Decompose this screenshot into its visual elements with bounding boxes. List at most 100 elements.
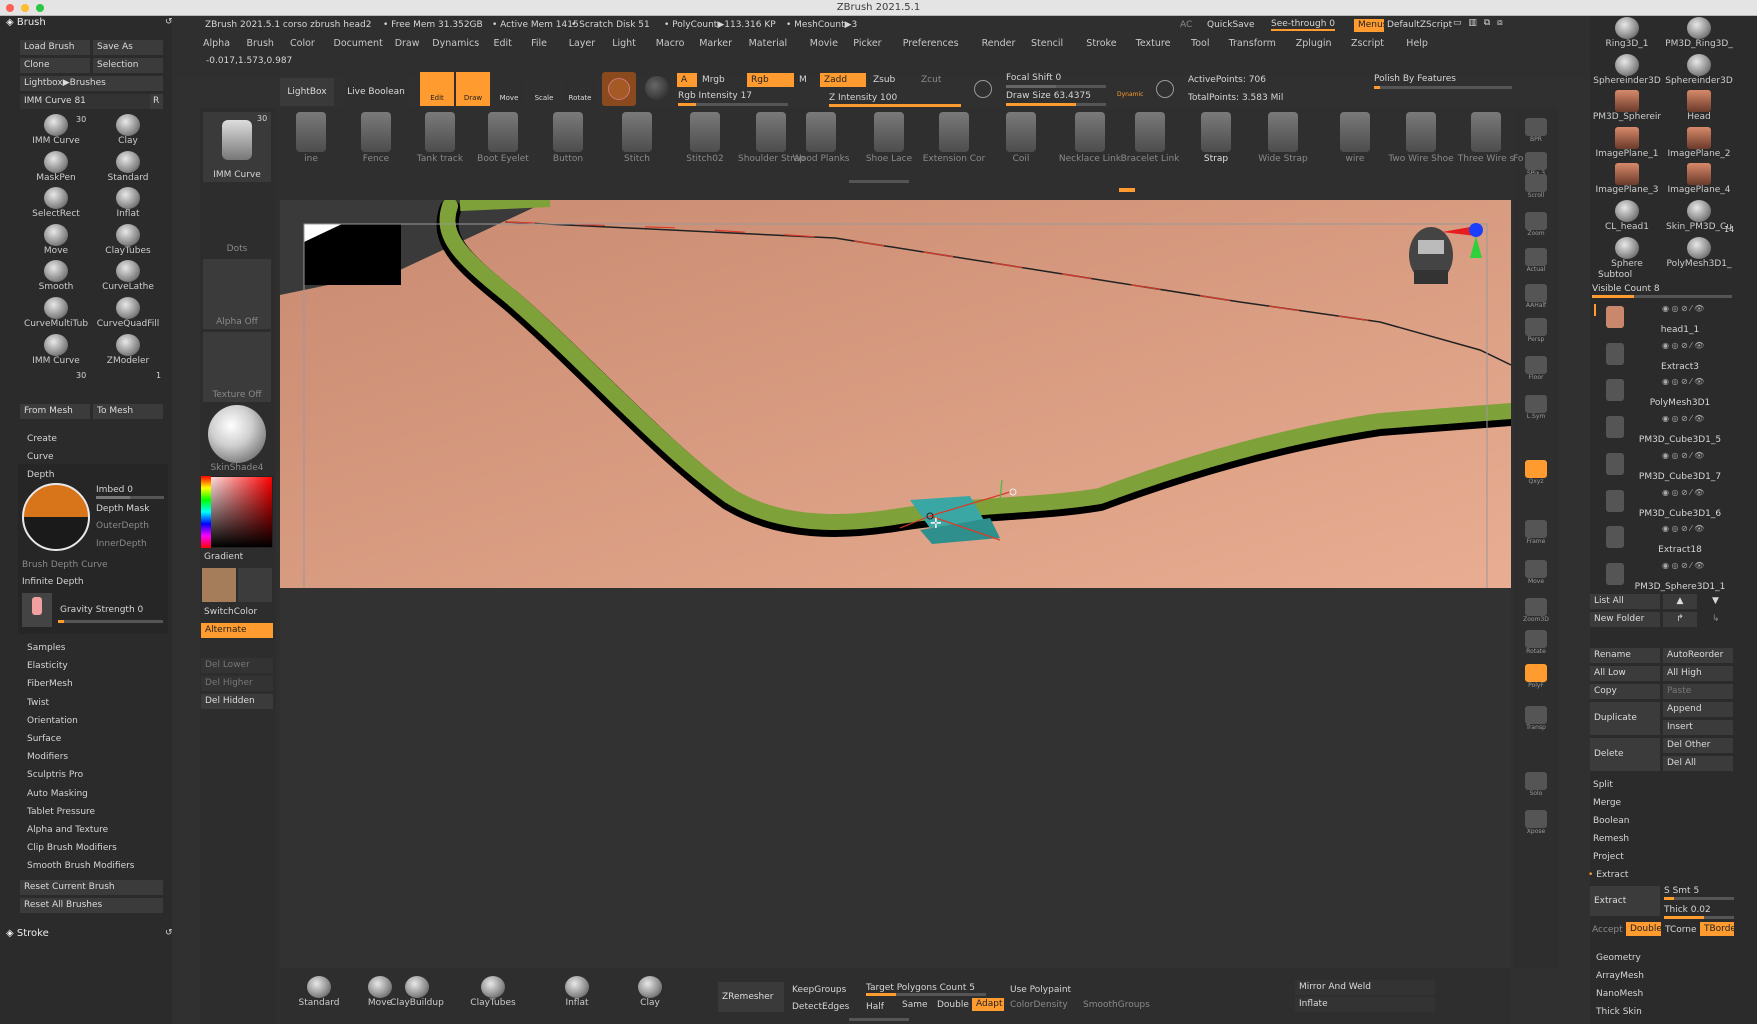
detectedges-toggle[interactable]: DetectEdges (792, 1002, 849, 1012)
tborde-toggle[interactable]: TBorde (1700, 922, 1734, 936)
s-smt-slider[interactable]: S Smt 5 (1664, 886, 1699, 896)
accept-button[interactable]: Accept (1592, 925, 1623, 935)
rgb-toggle[interactable]: Rgb (747, 73, 794, 87)
section-auto-masking[interactable]: Auto Masking (27, 789, 88, 799)
current-brush-thumb[interactable]: IMM Curve 30 (203, 112, 271, 182)
viewport-tool-floor[interactable]: Floor (1520, 356, 1552, 381)
infinite-depth-button[interactable]: Infinite Depth (22, 577, 84, 587)
focal-shift-slider[interactable]: Focal Shift 0 (1006, 73, 1061, 83)
shelf-item-17[interactable]: Two Wire Shoe (1388, 112, 1454, 164)
depth-mask-button[interactable]: Depth Mask (96, 504, 149, 514)
tcorne-toggle[interactable]: TCorne (1665, 925, 1697, 935)
section-surface[interactable]: Surface (27, 734, 61, 744)
subtool-toggles-icon[interactable]: ◉ ◎ ⊘ ⁄ 👁 (1662, 341, 1704, 350)
brush-smooth[interactable]: Smooth (22, 259, 90, 295)
subtool-row[interactable]: PolyMesh3D1 ◉ ◎ ⊘ ⁄ 👁 (1594, 377, 1734, 413)
thick-slider[interactable]: Thick 0.02 (1664, 905, 1711, 915)
subtool-toggles-icon[interactable]: ◉ ◎ ⊘ ⁄ 👁 (1662, 451, 1704, 460)
layout-icons[interactable]: ▭ ▥ ⧉ ⧈ (1453, 18, 1505, 28)
brush-maskpen[interactable]: MaskPen (22, 150, 90, 186)
default-zscript[interactable]: DefaultZScript (1387, 20, 1452, 30)
tool-thumb-imageplane_4[interactable]: ImagePlane_4 (1664, 162, 1734, 198)
shelf-item-3[interactable]: Boot Eyelet (470, 112, 536, 164)
project-section[interactable]: Project (1593, 852, 1624, 862)
copy-button[interactable]: Copy (1590, 684, 1660, 699)
folder-arrow-icon[interactable]: ↱ (1663, 612, 1697, 627)
rgb-intensity-track[interactable] (678, 103, 788, 106)
menu-color[interactable]: Color (290, 38, 315, 49)
brush-depth-curve[interactable]: Brush Depth Curve (22, 560, 108, 570)
nanomesh-section[interactable]: NanoMesh (1596, 989, 1643, 999)
inflate-slider[interactable]: Inflate (1295, 997, 1435, 1012)
tool-thumb-sphere[interactable]: Sphere (1592, 236, 1662, 272)
rgb-intensity-slider[interactable]: Rgb Intensity 17 (678, 91, 752, 101)
brush-move[interactable]: Move (22, 223, 90, 259)
section-sculptris-pro[interactable]: Sculptris Pro (27, 770, 83, 780)
del-lower-button[interactable]: Del Lower (201, 658, 273, 673)
gravity-track[interactable] (58, 620, 163, 623)
brush-standard[interactable]: Standard (94, 150, 162, 186)
section-alpha-and-texture[interactable]: Alpha and Texture (27, 825, 108, 835)
shelf-item-8[interactable]: Wood Planks (788, 112, 854, 164)
menu-preferences[interactable]: Preferences (903, 38, 959, 49)
focal-shift-icon[interactable] (974, 80, 992, 98)
brush-palette-header[interactable]: ◈ Brush (6, 17, 46, 28)
shelf-item-10[interactable]: Extension Cor (921, 112, 987, 164)
alpha-thumb[interactable]: Alpha Off (203, 259, 271, 329)
menu-marker[interactable]: Marker (699, 38, 732, 49)
tool-thumb-head[interactable]: Head (1664, 89, 1734, 125)
to-mesh-button[interactable]: To Mesh (93, 404, 163, 419)
draw-size-icon[interactable] (1156, 80, 1174, 98)
reset-current-brush-button[interactable]: Reset Current Brush (20, 880, 163, 895)
color-density-slider[interactable]: ColorDensity (1010, 1000, 1068, 1010)
secondary-color-swatch[interactable] (238, 568, 272, 602)
viewport-tool-persp[interactable]: Persp (1520, 318, 1552, 343)
color-sphere-icon[interactable] (645, 76, 669, 100)
tool-thumb-pm3d_sphereir[interactable]: PM3D_Sphereir (1592, 89, 1662, 125)
tool-thumb-cl_head1[interactable]: CL_head1 (1592, 199, 1662, 235)
quicksave-button[interactable]: QuickSave (1207, 20, 1255, 30)
geometry-section[interactable]: Geometry (1596, 953, 1641, 963)
append-button[interactable]: Append (1663, 702, 1733, 717)
shelf-item-13[interactable]: Bracelet Link (1117, 112, 1183, 164)
subtool-row[interactable]: PM3D_Cube3D1_6 ◉ ◎ ⊘ ⁄ 👁 (1594, 488, 1734, 524)
menu-tool[interactable]: Tool (1191, 38, 1209, 49)
menu-edit[interactable]: Edit (494, 38, 512, 49)
zsub-toggle[interactable]: Zsub (873, 75, 895, 85)
subtool-row[interactable]: PM3D_Cube3D1_5 ◉ ◎ ⊘ ⁄ 👁 (1594, 414, 1734, 450)
del-hidden-button[interactable]: Del Hidden (201, 694, 273, 709)
subtool-row[interactable]: head1_1 ◉ ◎ ⊘ ⁄ 👁 (1594, 304, 1734, 340)
stroke-thumb[interactable]: Dots (203, 186, 271, 256)
subtool-row[interactable]: PM3D_Cube3D1_7 ◉ ◎ ⊘ ⁄ 👁 (1594, 451, 1734, 487)
imbed-track[interactable] (96, 496, 164, 499)
imbed-slider[interactable]: Imbed 0 (96, 485, 133, 495)
bottom-brush-standard[interactable]: Standard (284, 975, 354, 1011)
shelf-item-5[interactable]: Stitch (604, 112, 670, 164)
viewport-tool-bpr[interactable]: BPR (1520, 118, 1552, 143)
section-twist[interactable]: Twist (27, 698, 49, 708)
adapt-button[interactable]: Adapt (972, 998, 1004, 1011)
brush-curvequadfill[interactable]: CurveQuadFill (94, 296, 162, 332)
shelf-scroll[interactable] (849, 180, 909, 183)
subtool-toggles-icon[interactable]: ◉ ◎ ⊘ ⁄ 👁 (1662, 561, 1704, 570)
texture-thumb[interactable]: Texture Off (203, 332, 271, 402)
menu-help[interactable]: Help (1406, 38, 1428, 49)
draw-size-slider[interactable]: Draw Size 63.4375 (1006, 91, 1091, 101)
tool-thumb-ring3d_1[interactable]: Ring3D_1 (1592, 16, 1662, 52)
shelf-item-18[interactable]: Three Wire s (1453, 112, 1519, 164)
dynamic-toggle[interactable]: Dynamic (1117, 91, 1143, 98)
mirror-and-weld-button[interactable]: Mirror And Weld (1295, 980, 1435, 995)
palette-refresh-icon[interactable]: ↺ (165, 17, 173, 27)
edit-button[interactable]: Edit (420, 72, 454, 106)
subtool-toggles-icon[interactable]: ◉ ◎ ⊘ ⁄ 👁 (1662, 377, 1704, 386)
save-as-button[interactable]: Save As (93, 40, 163, 55)
depth-gizmo[interactable] (22, 483, 90, 551)
section-elasticity[interactable]: Elasticity (27, 661, 68, 671)
see-through-slider[interactable]: See-through 0 (1271, 19, 1335, 31)
zcut-toggle[interactable]: Zcut (921, 75, 941, 85)
s-smt-track[interactable] (1664, 897, 1734, 900)
menu-document[interactable]: Document (334, 38, 383, 49)
material-thumb[interactable]: SkinShade4 (203, 405, 271, 475)
subtool-row[interactable]: PM3D_Sphere3D1_1 ◉ ◎ ⊘ ⁄ 👁 (1594, 561, 1734, 597)
section-samples[interactable]: Samples (27, 643, 65, 653)
